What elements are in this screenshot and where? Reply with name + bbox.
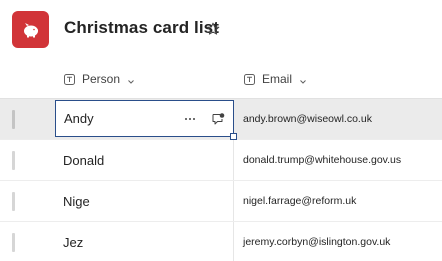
cell-fill-handle[interactable]: [230, 133, 237, 140]
list-view: Christmas card list Person Email Andy an…: [0, 0, 442, 261]
person-cell[interactable]: Donald: [55, 140, 234, 180]
piggy-bank-icon: [12, 11, 49, 48]
row-selector[interactable]: [12, 233, 15, 252]
person-cell[interactable]: Andy: [55, 100, 237, 140]
comment-add-icon[interactable]: [211, 112, 225, 126]
person-value: Donald: [63, 152, 105, 168]
person-value: Jez: [63, 234, 84, 250]
column-header-email[interactable]: Email: [244, 60, 307, 98]
row-selector[interactable]: [12, 192, 15, 211]
table-row[interactable]: Donald donald.trump@whitehouse.gov.us: [0, 140, 442, 181]
text-type-icon: [64, 73, 75, 85]
email-cell[interactable]: jeremy.corbyn@islington.gov.uk: [243, 222, 390, 261]
row-selector[interactable]: [12, 151, 15, 170]
table-row[interactable]: Jez jeremy.corbyn@islington.gov.uk: [0, 222, 442, 261]
star-icon[interactable]: [206, 22, 222, 38]
page-title: Christmas card list: [64, 18, 219, 37]
column-header-row: Person Email: [0, 60, 442, 99]
more-options-icon[interactable]: [183, 112, 197, 126]
person-cell[interactable]: Nige: [55, 181, 234, 221]
column-header-label: Email: [262, 72, 293, 86]
text-type-icon: [244, 73, 255, 85]
person-value: Andy: [64, 111, 94, 126]
email-cell[interactable]: donald.trump@whitehouse.gov.us: [243, 140, 401, 180]
list-header: Christmas card list: [0, 0, 442, 60]
column-header-label: Person: [82, 72, 121, 86]
table-row[interactable]: Nige nigel.farrage@reform.uk: [0, 181, 442, 222]
email-cell[interactable]: andy.brown@wiseowl.co.uk: [243, 99, 372, 139]
table-row[interactable]: Andy andy.brown@wiseowl.co.uk: [0, 99, 442, 140]
person-value: Nige: [63, 193, 90, 209]
person-cell[interactable]: Jez: [55, 222, 234, 261]
row-actions: [183, 112, 225, 126]
chevron-down-icon: [299, 75, 307, 84]
row-selector[interactable]: [12, 110, 15, 129]
chevron-down-icon: [127, 75, 135, 84]
column-header-person[interactable]: Person: [64, 60, 135, 98]
email-cell[interactable]: nigel.farrage@reform.uk: [243, 181, 356, 221]
